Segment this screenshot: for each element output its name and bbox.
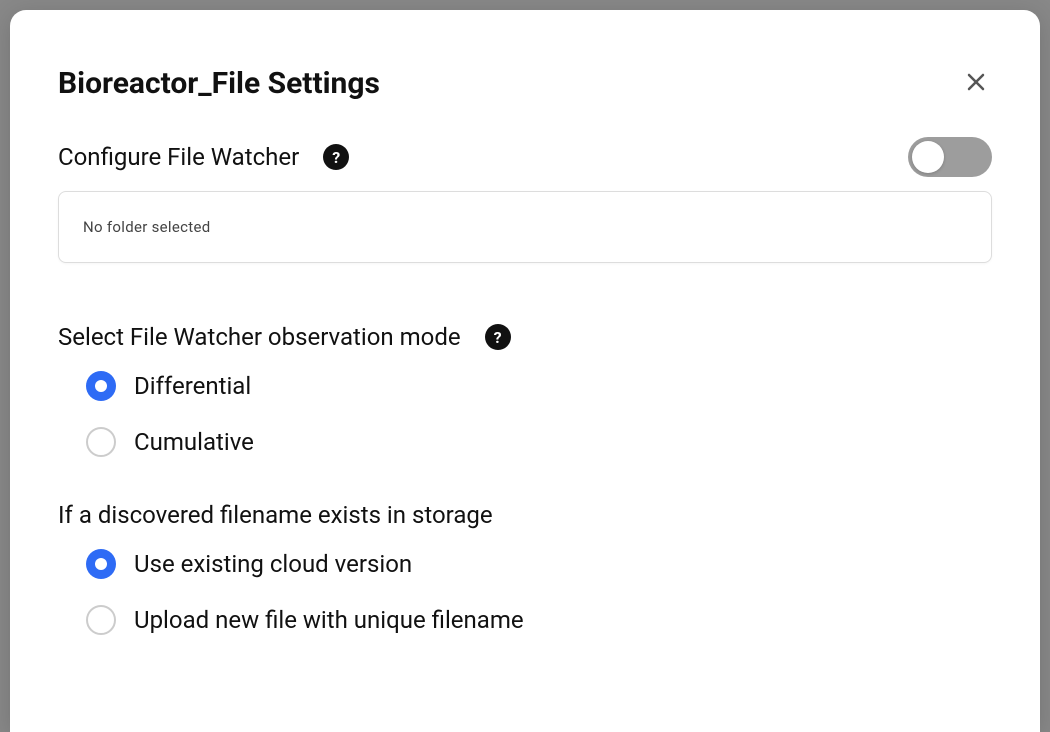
settings-modal: Bioreactor_File Settings Configure File … [10, 10, 1040, 732]
observation-mode-label: Select File Watcher observation mode [58, 323, 461, 351]
observation-mode-header: Select File Watcher observation mode ? [58, 323, 992, 351]
close-icon [964, 70, 988, 94]
observation-mode-radio-group: Differential Cumulative [58, 371, 992, 457]
radio-upload-new[interactable]: Upload new file with unique filename [86, 605, 992, 635]
help-icon[interactable]: ? [485, 324, 511, 350]
radio-differential[interactable]: Differential [86, 371, 992, 401]
radio-input-differential [86, 371, 116, 401]
radio-input-use-existing [86, 549, 116, 579]
duplicate-handling-section: If a discovered filename exists in stora… [58, 501, 992, 635]
radio-label-cumulative: Cumulative [134, 428, 254, 456]
observation-mode-section: Select File Watcher observation mode ? D… [58, 323, 992, 457]
toggle-thumb [912, 141, 944, 173]
modal-title: Bioreactor_File Settings [58, 66, 380, 101]
radio-label-upload-new: Upload new file with unique filename [134, 606, 524, 634]
file-watcher-label-group: Configure File Watcher ? [58, 143, 349, 171]
radio-input-cumulative [86, 427, 116, 457]
radio-use-existing[interactable]: Use existing cloud version [86, 549, 992, 579]
radio-label-use-existing: Use existing cloud version [134, 550, 412, 578]
close-button[interactable] [960, 66, 992, 98]
radio-input-upload-new [86, 605, 116, 635]
file-watcher-row: Configure File Watcher ? [58, 137, 992, 177]
modal-header: Bioreactor_File Settings [58, 66, 992, 101]
radio-label-differential: Differential [134, 372, 251, 400]
folder-status-text: No folder selected [83, 218, 210, 236]
duplicate-handling-radio-group: Use existing cloud version Upload new fi… [58, 549, 992, 635]
help-icon[interactable]: ? [323, 144, 349, 170]
folder-status-box[interactable]: No folder selected [58, 191, 992, 263]
file-watcher-toggle[interactable] [908, 137, 992, 177]
duplicate-handling-label: If a discovered filename exists in stora… [58, 501, 992, 529]
radio-cumulative[interactable]: Cumulative [86, 427, 992, 457]
file-watcher-label: Configure File Watcher [58, 143, 299, 171]
